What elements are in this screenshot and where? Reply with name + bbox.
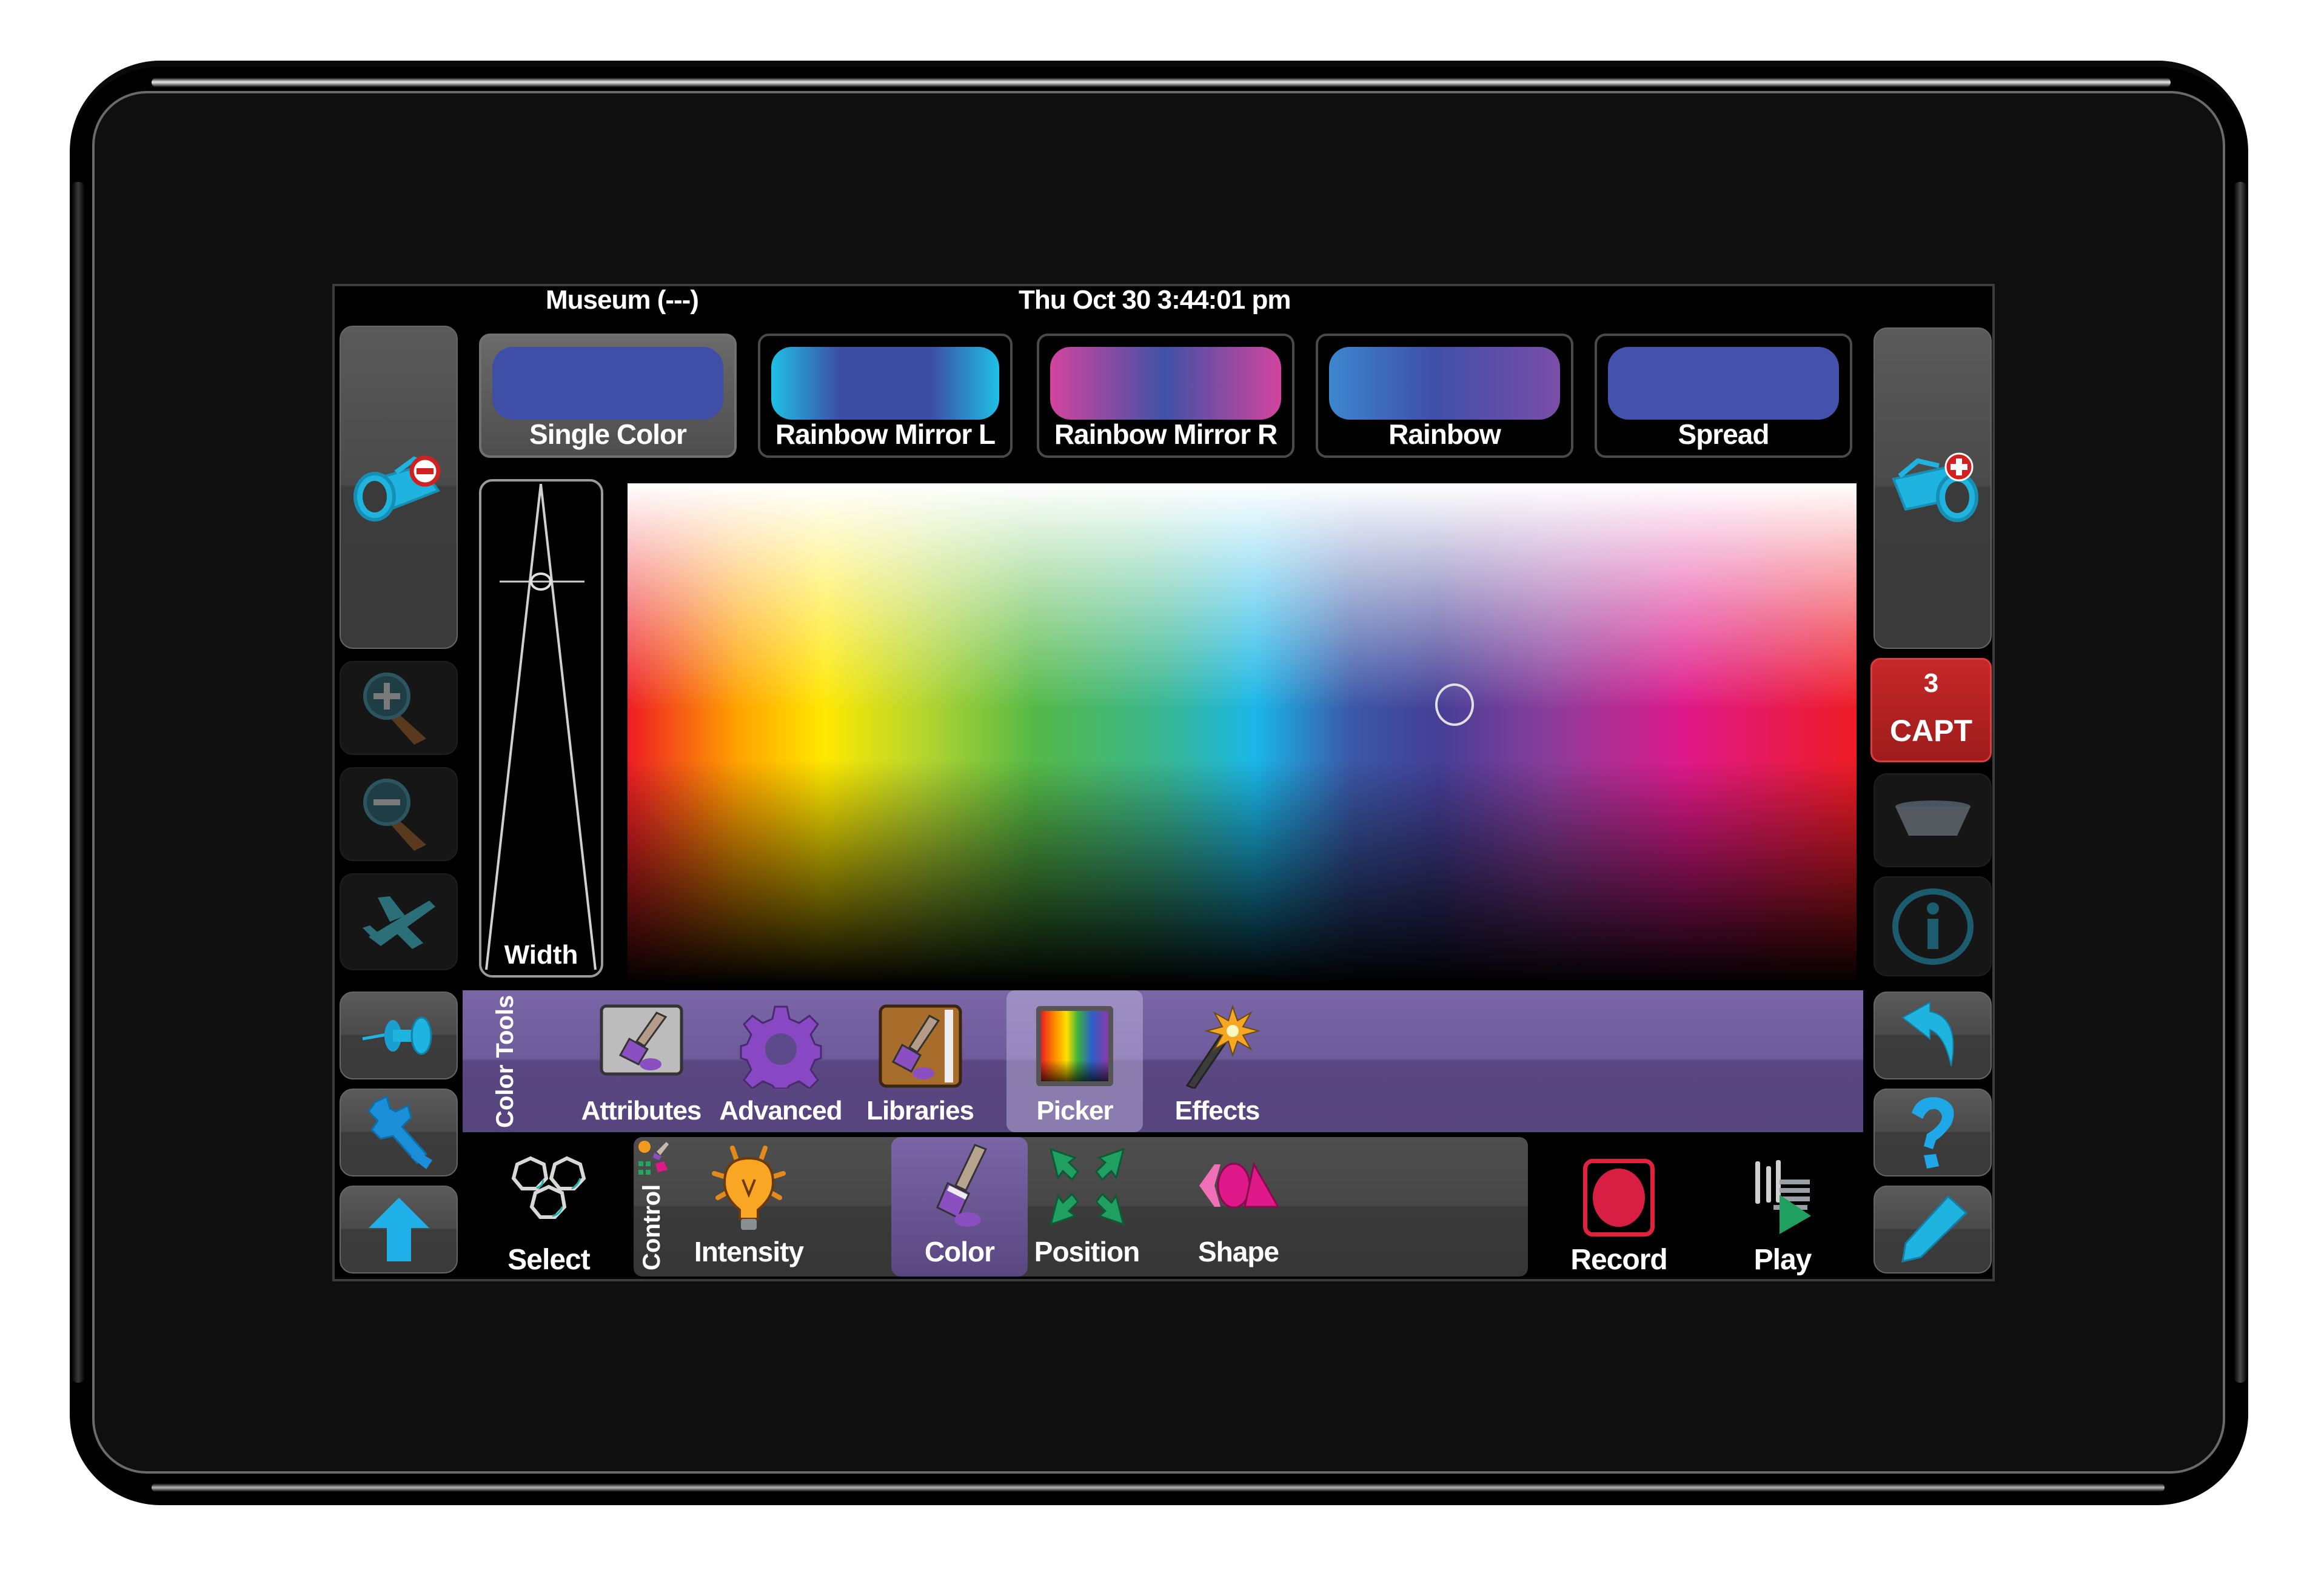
bezel-highlight-top xyxy=(152,78,2171,87)
preset-label: Rainbow Mirror L xyxy=(775,418,996,450)
settings-button[interactable] xyxy=(340,1089,458,1176)
undo-button[interactable] xyxy=(1874,992,1992,1079)
bezel-edge-left xyxy=(72,182,85,1383)
play-icon xyxy=(1755,1160,1811,1234)
add-fixture-button[interactable] xyxy=(1874,327,1992,649)
tool-label: Effects xyxy=(1174,1096,1261,1126)
color-picker-field[interactable] xyxy=(628,483,1857,985)
record-button[interactable]: Record xyxy=(1552,1155,1686,1277)
tool-effects[interactable]: Effects xyxy=(1152,990,1282,1132)
preset-swatch xyxy=(1329,347,1560,420)
help-icon xyxy=(1911,1097,1954,1169)
paintbrush-card-icon xyxy=(600,1004,683,1076)
datetime-label: Thu Oct 30 3:44:01 pm xyxy=(1019,285,1291,315)
pushpin-icon xyxy=(362,1016,432,1055)
tool-label: Advanced xyxy=(719,1096,842,1126)
play-label: Play xyxy=(1753,1244,1812,1276)
capture-button[interactable]: 3 CAPT xyxy=(1870,658,1992,762)
preset-swatch xyxy=(492,347,723,420)
info-icon xyxy=(1892,888,1974,965)
edit-button[interactable] xyxy=(1874,1186,1992,1274)
airplane-icon xyxy=(362,896,435,949)
preset-swatch xyxy=(1050,347,1281,420)
rainbow-icon xyxy=(1036,1006,1113,1086)
help-button[interactable] xyxy=(1874,1089,1992,1176)
width-slider-handle[interactable] xyxy=(530,572,552,591)
preset-rainbow-mirror-r[interactable]: Rainbow Mirror R xyxy=(1037,334,1294,458)
control-title: Control xyxy=(638,1184,665,1270)
zoom-in-icon xyxy=(363,672,426,745)
preset-swatch xyxy=(1608,347,1839,420)
location-label: Museum (---) xyxy=(546,285,699,315)
control-shape[interactable]: Shape xyxy=(1170,1137,1307,1277)
preset-label: Single Color xyxy=(529,418,687,450)
position-arrows-icon xyxy=(1049,1147,1125,1226)
lightbulb-icon xyxy=(712,1146,786,1230)
preset-rainbow[interactable]: Rainbow xyxy=(1316,334,1573,458)
tool-advanced[interactable]: Advanced xyxy=(715,990,846,1132)
up-button[interactable] xyxy=(340,1186,458,1274)
control-label: Color xyxy=(924,1236,995,1267)
width-beam-graphic xyxy=(485,483,597,970)
control-color[interactable]: Color xyxy=(891,1137,1028,1277)
bezel-edge-right xyxy=(2234,182,2247,1383)
magic-wand-icon xyxy=(1185,1004,1260,1089)
undo-icon xyxy=(1901,1001,1954,1066)
bowl-icon xyxy=(1895,800,1971,836)
arrow-up-icon xyxy=(368,1198,429,1261)
width-label: Width xyxy=(504,940,578,970)
preset-label: Rainbow xyxy=(1388,418,1501,450)
control-bar: Control Intensity Color Position Shape xyxy=(634,1137,1528,1277)
capture-label: CAPT xyxy=(1889,714,1973,748)
pencil-icon xyxy=(1901,1195,1967,1263)
zoom-in-button[interactable] xyxy=(340,661,458,755)
color-tools-title: Color Tools xyxy=(492,995,518,1128)
tool-label: Picker xyxy=(1036,1096,1113,1126)
control-label: Position xyxy=(1034,1236,1140,1267)
select-button[interactable]: Select xyxy=(488,1155,609,1277)
control-position[interactable]: Position xyxy=(1019,1137,1155,1277)
preset-spread[interactable]: Spread xyxy=(1595,334,1852,458)
tool-label: Attributes xyxy=(581,1096,702,1126)
record-label: Record xyxy=(1570,1244,1667,1276)
paintbrush-icon xyxy=(936,1144,987,1227)
preset-rainbow-mirror-l[interactable]: Rainbow Mirror L xyxy=(758,334,1013,458)
play-button[interactable]: Play xyxy=(1722,1155,1843,1277)
fly-button[interactable] xyxy=(340,873,458,970)
control-label: Intensity xyxy=(694,1236,804,1267)
pin-button[interactable] xyxy=(340,992,458,1079)
spotlight-plus-icon xyxy=(1891,452,1978,522)
tool-attributes[interactable]: Attributes xyxy=(576,990,706,1132)
select-label: Select xyxy=(507,1244,590,1276)
remove-fixture-button[interactable] xyxy=(340,326,458,649)
preset-swatch xyxy=(771,347,999,420)
tool-picker[interactable]: Picker xyxy=(1006,990,1143,1132)
info-button[interactable] xyxy=(1874,876,1992,976)
tool-label: Libraries xyxy=(866,1096,974,1126)
gear-icon xyxy=(740,1005,822,1089)
hex-rings-icon xyxy=(511,1156,586,1219)
spotlight-minus-icon xyxy=(353,455,440,522)
bezel-highlight-bottom xyxy=(152,1483,2165,1492)
clear-button[interactable] xyxy=(1874,773,1992,867)
preset-single-color[interactable]: Single Color xyxy=(479,334,737,458)
color-tools-toolbar: Color Tools Attributes Advanced Librarie… xyxy=(463,990,1863,1132)
tool-libraries[interactable]: Libraries xyxy=(855,990,985,1132)
control-intensity[interactable]: Intensity xyxy=(682,1137,815,1277)
preset-label: Spread xyxy=(1678,418,1770,450)
capture-count: 3 xyxy=(1923,668,1939,698)
width-slider[interactable]: Width xyxy=(479,479,603,978)
zoom-out-icon xyxy=(363,778,426,851)
control-label: Shape xyxy=(1197,1236,1279,1267)
paintbrush-book-icon xyxy=(879,1004,962,1088)
wrench-icon xyxy=(367,1095,432,1169)
shape-icon xyxy=(1199,1161,1280,1209)
record-icon xyxy=(1583,1159,1655,1237)
control-mini-icons xyxy=(638,1141,669,1175)
preset-label: Rainbow Mirror R xyxy=(1054,418,1278,450)
zoom-out-button[interactable] xyxy=(340,767,458,861)
color-picker-cursor[interactable] xyxy=(1435,683,1474,726)
